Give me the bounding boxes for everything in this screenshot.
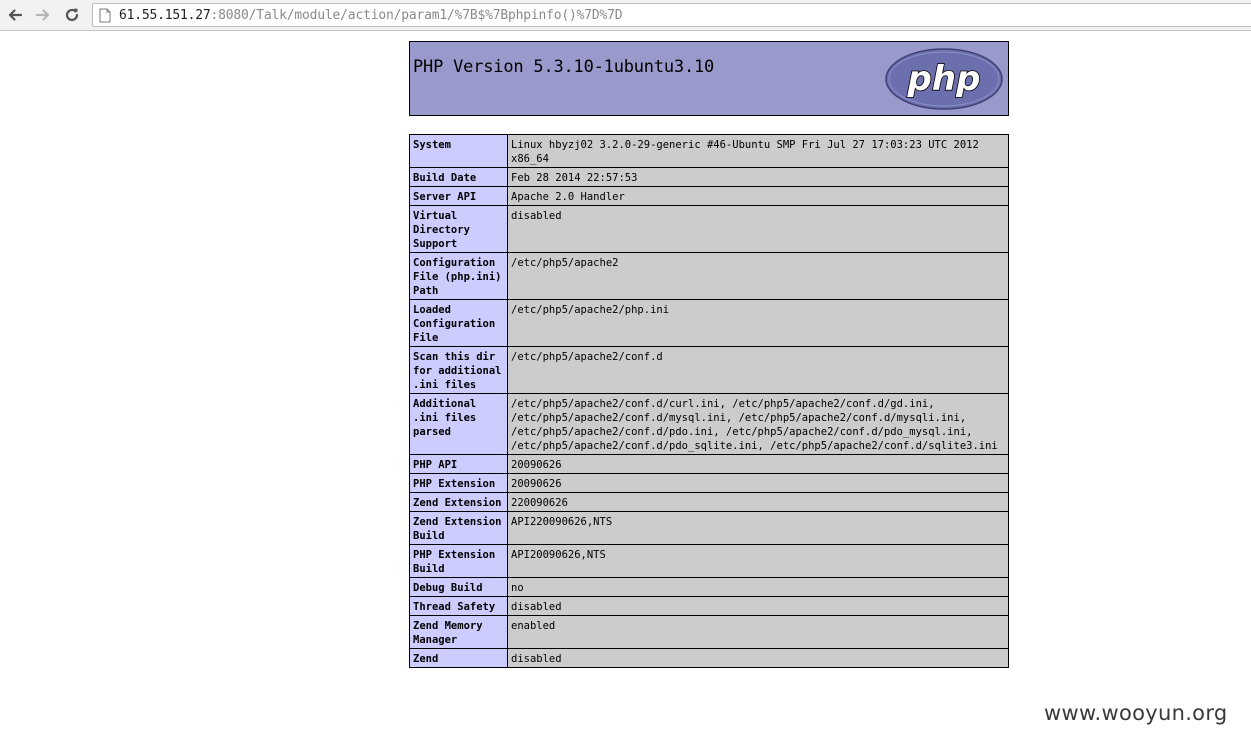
setting-value-cell: /etc/php5/apache2/conf.d/curl.ini, /etc/…: [507, 393, 1009, 455]
setting-name-cell: System: [409, 134, 508, 168]
table-row: PHP API 20090626: [409, 454, 1009, 474]
setting-value-cell: Apache 2.0 Handler: [507, 186, 1009, 206]
browser-toolbar: 61.55.151.27:8080/Talk/module/action/par…: [0, 0, 1251, 31]
setting-name-cell: Debug Build: [409, 577, 508, 597]
url-host: 61.55.151.27: [119, 7, 211, 23]
reload-button[interactable]: [61, 4, 83, 26]
setting-name-cell: Build Date: [409, 167, 508, 187]
table-row: Loaded Configuration File/etc/php5/apach…: [409, 299, 1009, 347]
forward-arrow-icon: [35, 9, 50, 21]
url-path: :8080/Talk/module/action/param1/%7B$%7Bp…: [210, 7, 623, 23]
setting-name-cell: Loaded Configuration File: [409, 299, 508, 347]
setting-value-cell: disabled: [507, 205, 1009, 253]
setting-name-cell: Configuration File (php.ini) Path: [409, 252, 508, 300]
address-bar[interactable]: 61.55.151.27:8080/Talk/module/action/par…: [92, 3, 1251, 27]
php-logo-icon[interactable]: php: [884, 47, 1004, 111]
setting-value-cell: Feb 28 2014 22:57:53: [507, 167, 1009, 187]
table-row: Zend Memory Manager enabled: [409, 615, 1009, 649]
setting-name-cell: Server API: [409, 186, 508, 206]
setting-name-cell: Zend: [409, 648, 508, 668]
table-row: Zend Extension Build API220090626,NTS: [409, 511, 1009, 545]
table-row: Debug Build no: [409, 577, 1009, 597]
setting-name-cell: Zend Memory Manager: [409, 615, 508, 649]
setting-name-cell: Scan this dir for additional .ini files: [409, 346, 508, 394]
setting-value-cell: disabled: [507, 648, 1009, 668]
setting-value-cell: /etc/php5/apache2/php.ini: [507, 299, 1009, 347]
setting-value-cell: 20090626: [507, 454, 1009, 474]
table-row: Configuration File (php.ini) Path/etc/ph…: [409, 252, 1009, 300]
php-logo-text: php: [907, 59, 981, 99]
setting-name-cell: Virtual Directory Support: [409, 205, 508, 253]
setting-name-cell: Zend Extension Build: [409, 511, 508, 545]
page-icon: [99, 5, 117, 25]
setting-name-cell: PHP Extension Build: [409, 544, 508, 578]
table-row: Zend disabled: [409, 648, 1009, 668]
setting-name-cell: Additional .ini files parsed: [409, 393, 508, 455]
php-version-header: PHP Version 5.3.10-1ubuntu3.10 php: [409, 41, 1009, 116]
back-arrow-icon: [8, 9, 23, 21]
php-info-table-body: System Linux hbyzj02 3.2.0-29-generic #46…: [409, 134, 1009, 668]
setting-value-cell: /etc/php5/apache2: [507, 252, 1009, 300]
setting-name-cell: PHP Extension: [409, 473, 508, 493]
setting-value-cell: Linux hbyzj02 3.2.0-29-generic #46-Ubunt…: [507, 134, 1009, 168]
setting-value-cell: 220090626: [507, 492, 1009, 512]
setting-value-cell: enabled: [507, 615, 1009, 649]
table-row: Virtual Directory Support disabled: [409, 205, 1009, 253]
table-row: Zend Extension 220090626: [409, 492, 1009, 512]
php-version-title: PHP Version 5.3.10-1ubuntu3.10: [413, 57, 715, 77]
table-row: System Linux hbyzj02 3.2.0-29-generic #46…: [409, 134, 1009, 168]
table-row: Scan this dir for additional .ini files /…: [409, 346, 1009, 394]
table-row: Additional .ini files parsed/etc/php5/ap…: [409, 393, 1009, 455]
watermark: www.wooyun.org: [1044, 701, 1228, 725]
setting-value-cell: API220090626,NTS: [507, 511, 1009, 545]
table-row: Server API Apache 2.0 Handler: [409, 186, 1009, 206]
setting-value-cell: /etc/php5/apache2/conf.d: [507, 346, 1009, 394]
back-button[interactable]: [4, 4, 26, 26]
setting-name-cell: Thread Safety: [409, 596, 508, 616]
php-info-table: System Linux hbyzj02 3.2.0-29-generic #46…: [409, 134, 1009, 668]
url-text[interactable]: 61.55.151.27:8080/Talk/module/action/par…: [119, 7, 623, 23]
forward-button[interactable]: [32, 4, 54, 26]
table-row: PHP Extension 20090626: [409, 473, 1009, 493]
reload-icon: [65, 8, 79, 22]
setting-name-cell: PHP API: [409, 454, 508, 474]
table-row: Thread Safety disabled: [409, 596, 1009, 616]
setting-value-cell: disabled: [507, 596, 1009, 616]
setting-value-cell: no: [507, 577, 1009, 597]
table-row: Build Date Feb 28 2014 22:57:53: [409, 167, 1009, 187]
setting-value-cell: 20090626: [507, 473, 1009, 493]
setting-value-cell: API20090626,NTS: [507, 544, 1009, 578]
table-row: PHP Extension Build API20090626,NTS: [409, 544, 1009, 578]
setting-name-cell: Zend Extension: [409, 492, 508, 512]
